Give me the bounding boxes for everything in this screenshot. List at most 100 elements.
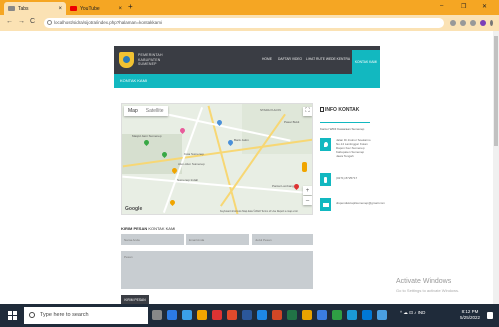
url-input[interactable]: localhost/sidra/sijotra/index.php?halama… <box>44 18 444 28</box>
nav-daftar-video[interactable]: DAFTAR VIDEO <box>278 57 302 61</box>
file-explorer-icon[interactable] <box>197 310 207 320</box>
back-icon[interactable]: ← <box>6 18 13 25</box>
app-icon[interactable] <box>317 310 327 320</box>
notifications-icon[interactable] <box>487 312 493 319</box>
street-view-pegman-icon[interactable] <box>302 162 307 172</box>
address-bar-row: ← → C localhost/sidra/sijotra/index.php?… <box>0 15 499 31</box>
nav-lihat-rute[interactable]: LIHAT RUTE WEDE KENTRA <box>306 57 350 61</box>
name-input[interactable]: Nama Anda <box>121 234 184 245</box>
office-icon[interactable] <box>227 310 237 320</box>
map-marker-icon[interactable] <box>168 198 177 207</box>
email-input[interactable]: Email Anda <box>186 234 249 245</box>
site-header: PEMERINTAH KABUPATEN SUMENEP HOME DAFTAR… <box>114 46 380 74</box>
zoom-icon[interactable] <box>450 20 456 26</box>
task-view-icon[interactable] <box>167 310 177 320</box>
browser-tab-youtube[interactable]: YouTube × <box>66 2 126 15</box>
app-icon[interactable] <box>347 310 357 320</box>
map-label: Bank Jatim <box>234 138 249 142</box>
mic-icon[interactable] <box>152 310 162 320</box>
map-label: Sumenep Indah <box>177 178 199 182</box>
map-type-map[interactable]: Map <box>124 106 142 116</box>
search-icon <box>29 312 35 318</box>
brand-line: PEMERINTAH <box>138 53 163 57</box>
app-icon[interactable] <box>377 310 387 320</box>
google-map[interactable]: Map Satellite ⛶ STARA KULON Pasar Bukit … <box>121 103 313 215</box>
scrollbar-thumb[interactable] <box>494 36 498 146</box>
page-title-bar: KONTAK KAMI <box>114 74 380 88</box>
fullscreen-icon[interactable]: ⛶ <box>303 107 312 116</box>
nav-home[interactable]: HOME <box>262 57 272 61</box>
map-attribution[interactable]: Keyboard shortcuts Map data ©2022 Terms … <box>220 210 298 213</box>
info-title-text: INFO KONTAK <box>325 107 360 113</box>
phone-icon <box>320 173 331 186</box>
info-address: Jalan Dr.Insinur Soekarno No.14 Lantingg… <box>336 138 371 158</box>
browser-tab-active[interactable]: Tabs × <box>4 2 66 15</box>
message-textarea[interactable]: Pesan <box>121 251 313 289</box>
building-icon <box>320 107 324 113</box>
form-title-bold: KIRIM PESAN <box>121 226 148 231</box>
page-title: KONTAK KAMI <box>120 78 148 83</box>
info-kontak-heading: INFO KONTAK <box>320 107 359 113</box>
map-label: Alun-Alun Sumenep <box>178 162 205 166</box>
close-window-button[interactable]: ✕ <box>482 3 487 10</box>
new-tab-button[interactable]: + <box>128 2 133 11</box>
nav-kontak-kami[interactable]: KONTAK KAMI <box>352 50 380 74</box>
edge-icon[interactable] <box>182 310 192 320</box>
info-phone: (0271) 8725717 <box>336 176 358 180</box>
app-icon[interactable] <box>362 310 372 320</box>
sumenep-logo-icon <box>119 52 134 68</box>
windows-start-icon[interactable] <box>8 311 17 320</box>
maximize-button[interactable]: ❐ <box>461 3 466 10</box>
map-type-satellite[interactable]: Satellite <box>142 106 168 116</box>
app-icon[interactable] <box>302 310 312 320</box>
close-tab-icon[interactable]: × <box>58 6 62 12</box>
profile-avatar[interactable] <box>480 20 486 26</box>
map-label: Pantai Lombang <box>272 184 294 188</box>
forward-icon[interactable]: → <box>18 18 25 25</box>
taskbar-clock[interactable]: 8:12 PM 5/25/2022 <box>460 309 480 321</box>
excel-icon[interactable] <box>287 310 297 320</box>
menu-icon[interactable] <box>490 20 493 26</box>
taskbar-search-input[interactable]: Type here to search <box>24 307 148 324</box>
brand-line: SUMENEP <box>138 62 157 66</box>
info-email: dispendukcapilsumenep@gmail.com <box>336 201 385 205</box>
brand-text: PEMERINTAH KABUPATEN SUMENEP <box>138 53 163 67</box>
send-message-button[interactable]: KIRIM PESAN <box>121 295 149 304</box>
powerpoint-icon[interactable] <box>272 310 282 320</box>
map-marker-icon[interactable] <box>178 126 187 135</box>
store-icon[interactable] <box>257 310 267 320</box>
map-marker-icon[interactable] <box>226 138 235 147</box>
system-tray[interactable]: ^ ☁ ⊡ ♪ IND <box>400 310 425 316</box>
tab-label: Tabs <box>18 5 29 12</box>
activate-windows-subtitle: Go to Settings to activate Windows. <box>396 288 460 293</box>
tab-favicon <box>8 6 15 11</box>
word-icon[interactable] <box>242 310 252 320</box>
minimize-button[interactable]: – <box>440 3 443 9</box>
map-type-control: Map Satellite <box>124 106 168 116</box>
form-title: KIRIM PESAN KONTAK KAMI <box>121 226 175 231</box>
chrome-icon[interactable] <box>212 310 222 320</box>
map-label: Kota Sumenep <box>184 152 204 156</box>
google-logo: Google <box>125 206 143 212</box>
subject-input[interactable]: Judul Pesan <box>252 234 313 245</box>
youtube-icon <box>70 6 77 11</box>
activate-windows-title: Activate Windows <box>396 278 452 285</box>
info-icon[interactable] <box>47 20 52 25</box>
form-title-rest: KONTAK KAMI <box>147 226 176 231</box>
app-icon[interactable] <box>332 310 342 320</box>
share-icon[interactable] <box>460 20 466 26</box>
star-icon[interactable] <box>470 20 476 26</box>
info-divider <box>320 122 370 123</box>
clock-date: 5/25/2022 <box>460 315 481 320</box>
mail-icon <box>320 198 331 211</box>
tab-label: YouTube <box>80 5 100 12</box>
url-text: localhost/sidra/sijotra/index.php?halama… <box>54 20 162 25</box>
reload-icon[interactable]: C <box>30 18 35 25</box>
zoom-in-button[interactable]: + <box>303 186 312 195</box>
browser-tab-bar: Tabs × YouTube × + – ❐ ✕ <box>0 0 499 15</box>
address-line: Jawa Tengah <box>336 154 354 158</box>
close-tab-icon[interactable]: × <box>118 6 122 12</box>
search-placeholder: Type here to search <box>40 312 89 318</box>
map-marker-icon[interactable] <box>292 182 301 191</box>
zoom-out-button[interactable]: – <box>303 196 312 205</box>
